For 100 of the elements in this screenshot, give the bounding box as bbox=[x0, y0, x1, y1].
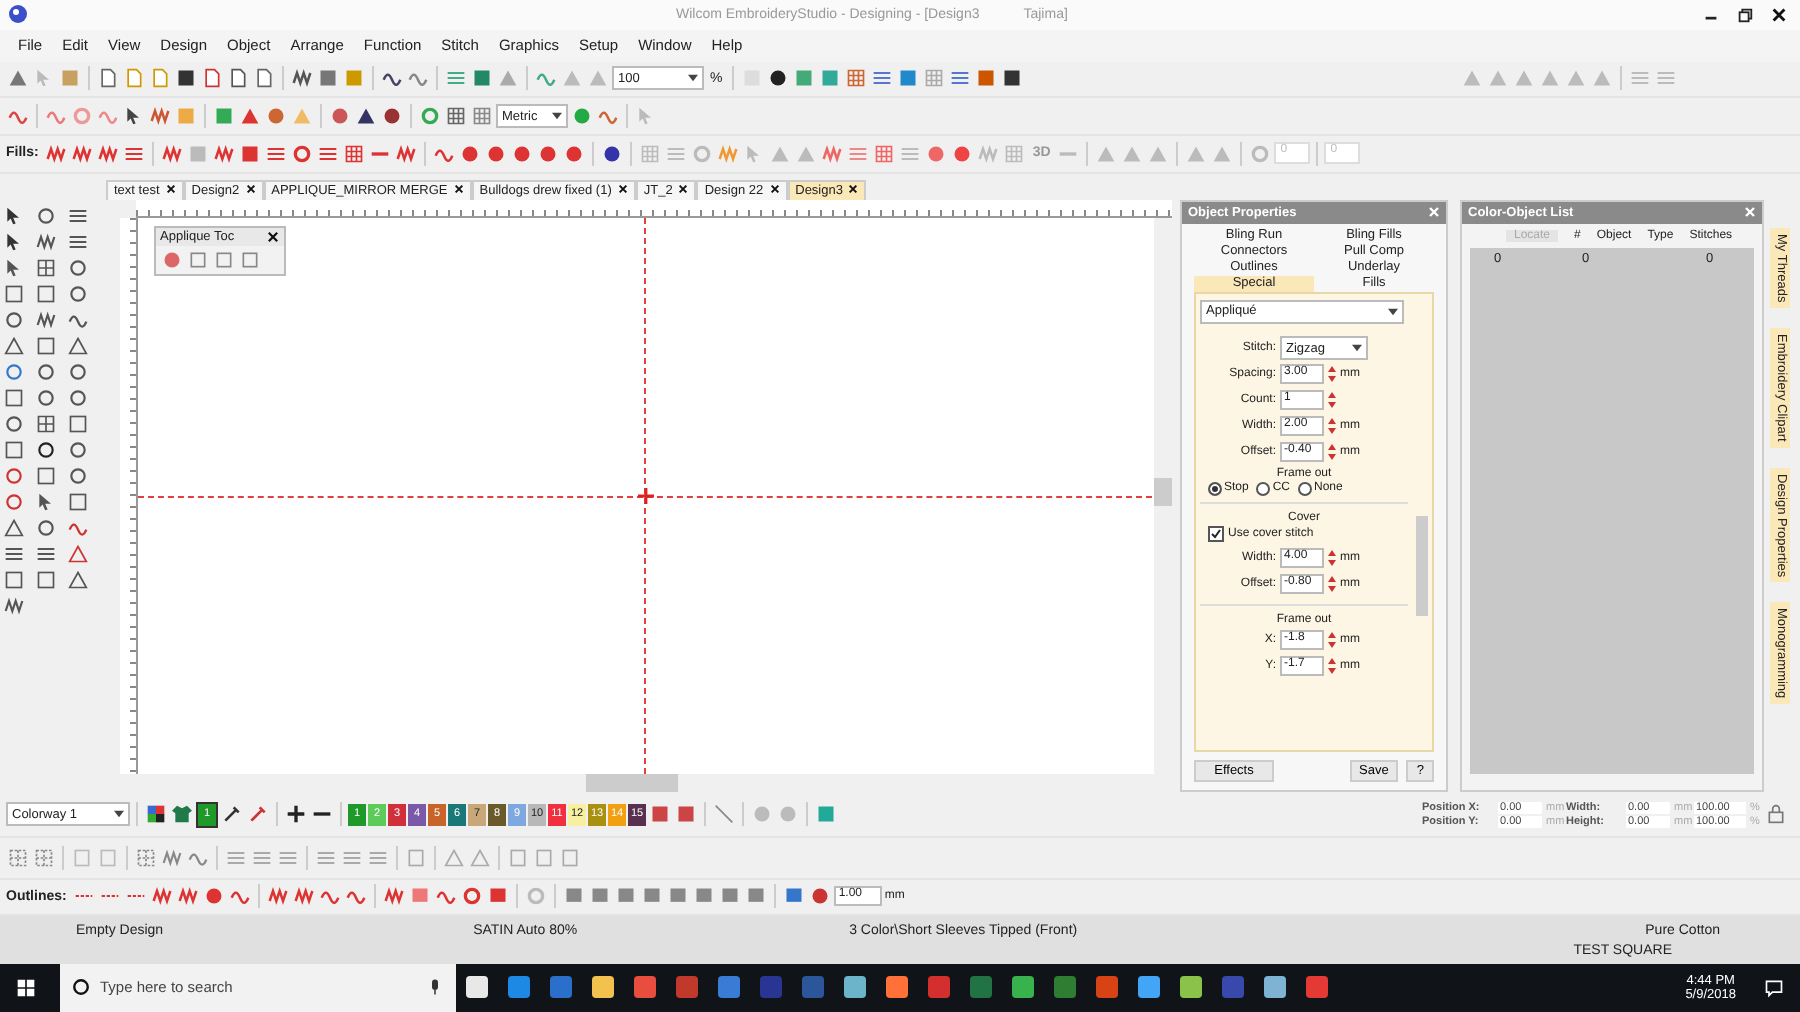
square-icon[interactable] bbox=[36, 465, 56, 486]
microphone-icon[interactable] bbox=[426, 978, 444, 997]
circle-icon[interactable] bbox=[36, 387, 56, 408]
zigzag-icon[interactable] bbox=[160, 847, 184, 868]
zigzag-icon[interactable] bbox=[212, 143, 237, 164]
pointer-icon[interactable] bbox=[4, 205, 24, 226]
close-icon[interactable] bbox=[769, 184, 780, 195]
caret-icon[interactable] bbox=[1388, 307, 1398, 316]
square-icon[interactable] bbox=[4, 387, 24, 408]
page-icon[interactable] bbox=[226, 68, 250, 89]
lock-icon[interactable] bbox=[1764, 804, 1788, 825]
spinner-icon[interactable] bbox=[1328, 576, 1336, 593]
eyedropper-icon[interactable] bbox=[220, 804, 244, 825]
grid-icon[interactable] bbox=[32, 847, 56, 868]
triangle-icon[interactable] bbox=[68, 335, 88, 356]
zigzag-icon[interactable] bbox=[96, 143, 121, 164]
square-icon[interactable] bbox=[68, 491, 88, 512]
square-icon[interactable] bbox=[174, 68, 198, 89]
restore-icon[interactable] bbox=[1736, 5, 1754, 24]
grid-icon[interactable] bbox=[844, 68, 869, 89]
ring-icon[interactable] bbox=[290, 143, 315, 164]
spinner-icon[interactable] bbox=[1328, 366, 1336, 383]
spinner-icon[interactable] bbox=[1328, 550, 1336, 567]
circle-icon[interactable] bbox=[68, 439, 88, 460]
zigzag-icon[interactable] bbox=[160, 143, 185, 164]
triangle-icon[interactable] bbox=[68, 569, 88, 590]
zigzag-icon[interactable] bbox=[70, 143, 95, 164]
grid-icon[interactable] bbox=[872, 143, 897, 164]
pointer-icon[interactable] bbox=[4, 231, 24, 252]
close-icon[interactable] bbox=[1770, 5, 1788, 24]
wave-icon[interactable] bbox=[228, 886, 253, 907]
caret-icon[interactable] bbox=[688, 74, 698, 83]
circle-icon[interactable] bbox=[4, 309, 24, 330]
page-icon[interactable] bbox=[252, 68, 276, 89]
zigzag-icon[interactable] bbox=[266, 886, 291, 907]
close-icon[interactable] bbox=[245, 184, 256, 195]
zigzag-icon[interactable] bbox=[4, 595, 24, 616]
circle-icon[interactable] bbox=[68, 465, 88, 486]
caret-icon[interactable] bbox=[114, 810, 124, 819]
taskbar-app-icon[interactable] bbox=[1012, 976, 1034, 999]
grid-icon[interactable] bbox=[470, 106, 494, 127]
pointer-icon[interactable] bbox=[36, 491, 56, 512]
zigzag-icon[interactable] bbox=[44, 143, 69, 164]
taskbar-app-icon[interactable] bbox=[1138, 976, 1160, 999]
taskbar-app-icon[interactable] bbox=[1180, 976, 1202, 999]
ring-icon[interactable] bbox=[460, 886, 485, 907]
circle-icon[interactable] bbox=[766, 68, 791, 89]
circle-icon[interactable] bbox=[4, 413, 24, 434]
taskbar-app-icon[interactable] bbox=[1264, 976, 1286, 999]
triangle-icon[interactable] bbox=[354, 106, 378, 127]
plus-icon[interactable] bbox=[284, 804, 308, 825]
spinner-icon[interactable] bbox=[1328, 392, 1336, 409]
close-icon[interactable] bbox=[453, 184, 464, 195]
circle-icon[interactable] bbox=[36, 361, 56, 382]
spinner-icon[interactable] bbox=[1328, 418, 1336, 435]
shirt-icon[interactable] bbox=[170, 804, 194, 825]
page-icon[interactable] bbox=[96, 68, 120, 89]
windows-start-icon[interactable] bbox=[16, 977, 36, 998]
caret-icon[interactable] bbox=[1352, 344, 1362, 353]
triangle-icon[interactable] bbox=[68, 543, 88, 564]
spinner-icon[interactable] bbox=[1328, 444, 1336, 461]
triangle-icon[interactable] bbox=[4, 517, 24, 538]
circle-icon[interactable] bbox=[68, 257, 88, 278]
caret-icon[interactable] bbox=[552, 112, 562, 121]
wave-icon[interactable] bbox=[434, 886, 459, 907]
triangle-icon[interactable] bbox=[4, 335, 24, 356]
circle-icon[interactable] bbox=[68, 387, 88, 408]
circle-icon[interactable] bbox=[380, 106, 404, 127]
zigzag-icon[interactable] bbox=[820, 143, 845, 164]
zigzag-icon[interactable] bbox=[382, 886, 407, 907]
close-icon[interactable] bbox=[266, 229, 280, 244]
square-icon[interactable] bbox=[4, 569, 24, 590]
spinner-icon[interactable] bbox=[1328, 632, 1336, 649]
circle-icon[interactable] bbox=[600, 143, 625, 164]
wave-icon[interactable] bbox=[318, 886, 343, 907]
zigzag-icon[interactable] bbox=[148, 106, 172, 127]
notification-icon[interactable] bbox=[1764, 977, 1784, 998]
grid-icon[interactable] bbox=[342, 143, 367, 164]
taskbar-app-icon[interactable] bbox=[886, 976, 908, 999]
square-icon[interactable] bbox=[1000, 68, 1025, 89]
wave-icon[interactable] bbox=[6, 106, 30, 127]
grid-icon[interactable] bbox=[36, 257, 56, 278]
taskbar-app-icon[interactable] bbox=[592, 976, 614, 999]
square-icon[interactable] bbox=[36, 569, 56, 590]
close-icon[interactable] bbox=[165, 184, 176, 195]
grid-icon[interactable] bbox=[36, 413, 56, 434]
pointer-icon[interactable] bbox=[4, 257, 24, 278]
circle-icon[interactable] bbox=[36, 439, 56, 460]
spinner-icon[interactable] bbox=[1328, 658, 1336, 675]
zigzag-icon[interactable] bbox=[176, 886, 201, 907]
grid-icon[interactable] bbox=[444, 106, 468, 127]
vertical-scrollbar[interactable] bbox=[1416, 515, 1428, 616]
zigzag-icon[interactable] bbox=[292, 886, 317, 907]
close-icon[interactable] bbox=[848, 184, 859, 195]
zigzag-icon[interactable] bbox=[150, 886, 175, 907]
close-icon[interactable] bbox=[617, 184, 628, 195]
square-icon[interactable] bbox=[68, 413, 88, 434]
ring-icon[interactable] bbox=[418, 106, 442, 127]
zigzag-icon[interactable] bbox=[36, 231, 56, 252]
page-icon[interactable] bbox=[200, 68, 224, 89]
